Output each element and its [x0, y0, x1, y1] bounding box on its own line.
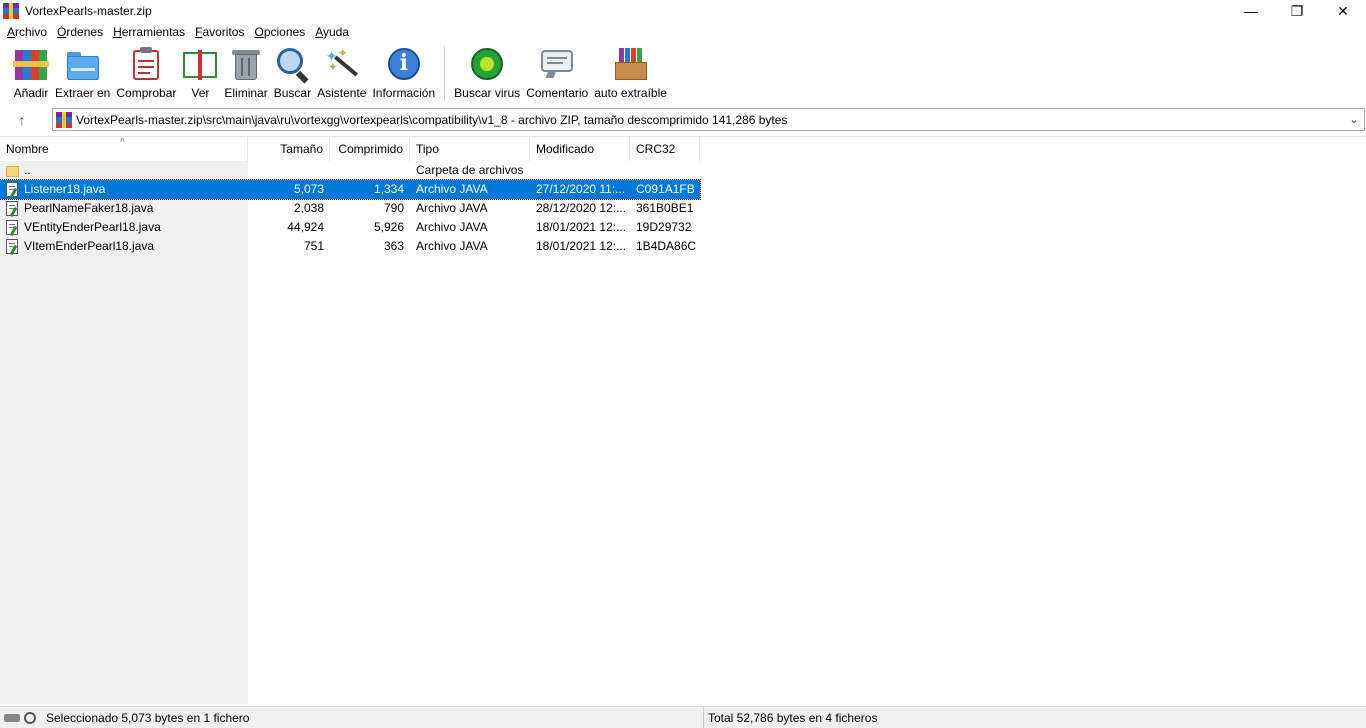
file-row[interactable]: PearlNameFaker18.java 2,038 790 Archivo … [0, 199, 700, 218]
magic-wand-icon: ✦ ✦ ✦ [324, 46, 360, 82]
extract-button[interactable]: Extraer en [52, 42, 113, 104]
file-rows: .. Carpeta de archivos Listener18.java 5… [0, 161, 701, 256]
file-row[interactable]: VItemEnderPearl18.java 751 363 Archivo J… [0, 237, 700, 256]
find-button[interactable]: Buscar [271, 42, 314, 104]
trash-icon [228, 46, 264, 82]
address-path: VortexPearls-master.zip\src\main\java\ru… [76, 112, 788, 127]
info-button[interactable]: i Información [369, 42, 438, 104]
zip-archive-icon [56, 111, 72, 128]
column-name[interactable]: Nombre ^ [0, 137, 248, 161]
menu-bar: Archivo Órdenes Herramientas Favoritos O… [0, 22, 1366, 42]
delete-button[interactable]: Eliminar [221, 42, 270, 104]
virus-bug-icon [469, 46, 505, 82]
comment-button[interactable]: Comentario [523, 42, 591, 104]
file-row[interactable]: Listener18.java 5,073 1,334 Archivo JAVA… [0, 179, 701, 200]
up-arrow-icon[interactable]: ↑ [0, 108, 44, 132]
add-button[interactable]: Añadir [10, 42, 52, 104]
sort-ascending-icon: ^ [120, 137, 125, 148]
java-file-icon [6, 238, 20, 255]
file-list: Nombre ^ Tamaño Comprimido Tipo Modifica… [0, 136, 1366, 704]
add-archive-icon [13, 46, 49, 82]
window-title: VortexPearls-master.zip [25, 4, 152, 18]
column-crc32[interactable]: CRC32 [630, 137, 700, 161]
view-button[interactable]: Ver [179, 42, 221, 104]
comment-bubble-icon [539, 46, 575, 82]
chevron-down-icon[interactable]: ⌄ [1344, 113, 1364, 126]
clipboard-check-icon [128, 46, 164, 82]
toolbar: Añadir Extraer en Comprobar Ver Eliminar… [0, 42, 1366, 106]
status-selection-text: Seleccionado 5,073 bytes en 1 fichero [46, 710, 250, 725]
status-bar: Seleccionado 5,073 bytes en 1 fichero To… [0, 706, 1366, 728]
magnifier-icon [274, 46, 310, 84]
status-selection: Seleccionado 5,073 bytes en 1 fichero [0, 706, 704, 728]
column-modified[interactable]: Modificado [530, 137, 630, 161]
parent-folder-row[interactable]: .. Carpeta de archivos [0, 161, 700, 180]
column-header: Nombre ^ Tamaño Comprimido Tipo Modifica… [0, 137, 700, 161]
window-controls: — ❐ ✕ [1228, 0, 1366, 22]
java-file-icon [6, 181, 20, 198]
java-file-icon [6, 200, 20, 217]
java-file-icon [6, 219, 20, 236]
column-compressed[interactable]: Comprimido [330, 137, 410, 161]
extract-folder-icon [65, 46, 101, 82]
status-total: Total 52,786 bytes en 4 ficheros [708, 710, 878, 725]
menu-archivo[interactable]: Archivo [2, 22, 52, 42]
address-bar[interactable]: VortexPearls-master.zip\src\main\java\ru… [52, 108, 1365, 131]
folder-icon [6, 164, 20, 178]
column-size[interactable]: Tamaño [248, 137, 330, 161]
virus-scan-button[interactable]: Buscar virus [451, 42, 523, 104]
test-button[interactable]: Comprobar [113, 42, 179, 104]
menu-favoritos[interactable]: Favoritos [190, 22, 249, 42]
menu-herramientas[interactable]: Herramientas [108, 22, 190, 42]
menu-opciones[interactable]: Opciones [249, 22, 310, 42]
wizard-button[interactable]: ✦ ✦ ✦ Asistente [314, 42, 369, 104]
drive-key-icon[interactable] [4, 711, 40, 725]
sfx-box-icon [613, 46, 649, 82]
info-icon: i [386, 46, 422, 82]
winrar-app-icon [3, 3, 19, 19]
toolbar-separator [444, 46, 446, 102]
title-bar: VortexPearls-master.zip — ❐ ✕ [0, 0, 1366, 22]
sfx-button[interactable]: auto extraíble [591, 42, 670, 104]
column-type[interactable]: Tipo [410, 137, 530, 161]
open-book-icon [182, 46, 218, 82]
menu-ordenes[interactable]: Órdenes [52, 22, 108, 42]
address-row: ↑ VortexPearls-master.zip\src\main\java\… [0, 108, 1366, 132]
menu-ayuda[interactable]: Ayuda [310, 22, 354, 42]
restore-button[interactable]: ❐ [1274, 0, 1320, 22]
file-row[interactable]: VEntityEnderPearl18.java 44,924 5,926 Ar… [0, 218, 700, 237]
minimize-button[interactable]: — [1228, 0, 1274, 22]
close-button[interactable]: ✕ [1320, 0, 1366, 22]
